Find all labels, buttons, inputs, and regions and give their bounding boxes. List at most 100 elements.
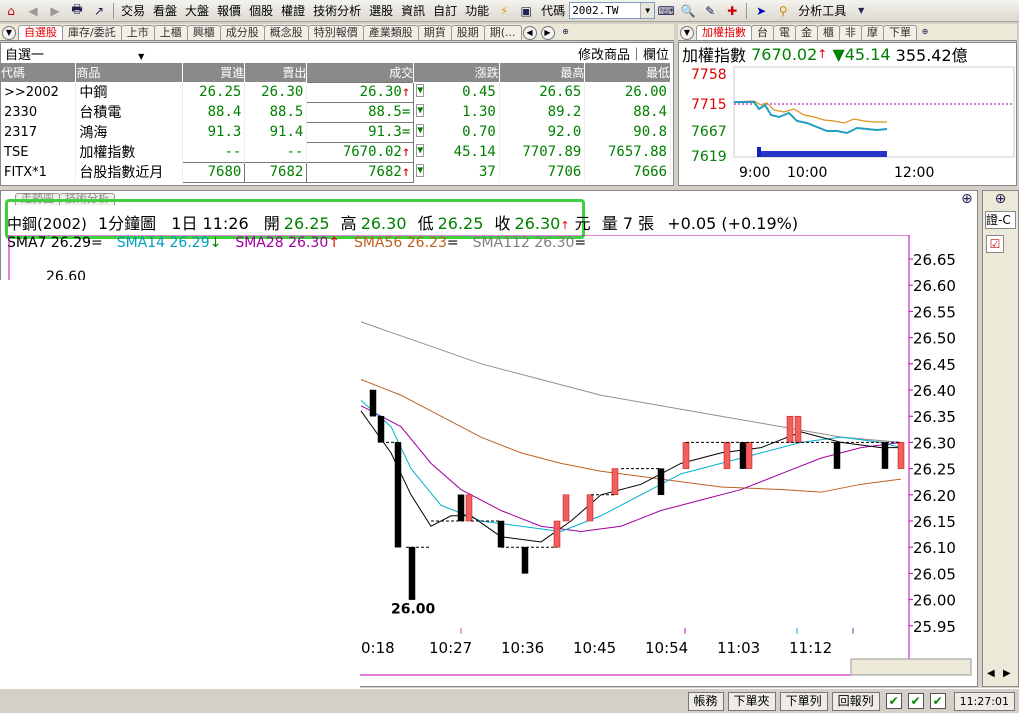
zoom-icon[interactable]: ⊕ bbox=[559, 26, 573, 40]
col-header[interactable]: 買進 bbox=[182, 63, 246, 82]
tab-fin[interactable]: 金 bbox=[795, 25, 818, 40]
window-icon[interactable]: ▣ bbox=[517, 3, 535, 19]
status-checkbox[interactable]: ✔ bbox=[907, 693, 924, 709]
menu-market[interactable]: 大盤 bbox=[181, 2, 213, 19]
table-row[interactable]: FITX*1 台股指數近月 7680 7682 7682↑ ▼ 37 7706 7666 bbox=[1, 161, 671, 183]
columns-button[interactable]: 欄位 bbox=[643, 48, 669, 63]
y-tick: 26.35 bbox=[913, 408, 956, 426]
tab-constituents[interactable]: 成分股 bbox=[219, 25, 265, 40]
table-row[interactable]: TSE 加權指數 -- -- 7670.02↑ ▼ 45.14 7707.89 7657.88 bbox=[1, 141, 671, 163]
status-bar: 帳務 下單夾 下單列 回報列 ✔ ✔ ✔ 11:27:01 bbox=[0, 688, 1019, 713]
up-arrow-icon: ↑ bbox=[817, 47, 828, 61]
col-header[interactable]: 最高 bbox=[499, 63, 586, 82]
home-icon[interactable]: ⌂ bbox=[2, 3, 20, 19]
blank-overlay bbox=[0, 280, 360, 713]
search-icon[interactable]: 🔍 bbox=[679, 3, 697, 19]
ask-cell: 91.4 bbox=[244, 122, 308, 142]
col-header[interactable]: 賣出 bbox=[244, 63, 308, 82]
volume-unit: 張 bbox=[638, 214, 655, 233]
modify-items-button[interactable]: 修改商品 bbox=[578, 48, 630, 63]
zoom-icon[interactable]: ⊕ bbox=[961, 191, 973, 207]
tab-order[interactable]: 下單 bbox=[883, 25, 917, 40]
tools-icon[interactable]: ✎ bbox=[701, 3, 719, 19]
table-row[interactable]: 2317 鴻海 91.3 91.4 91.3= ▼ 0.70 92.0 90.8 bbox=[1, 121, 671, 143]
menu-technical[interactable]: 技術分析 bbox=[309, 2, 365, 19]
menu-quote[interactable]: 報價 bbox=[213, 2, 245, 19]
candle bbox=[611, 468, 619, 496]
report-bar-button[interactable]: 回報列 bbox=[831, 691, 880, 711]
low-cell: 7666 bbox=[584, 162, 671, 182]
scroll-left-icon[interactable]: ◀ bbox=[987, 668, 995, 679]
tab-elec[interactable]: 電 bbox=[773, 25, 796, 40]
menu-warrant[interactable]: 權證 bbox=[277, 2, 309, 19]
tab-watchlist[interactable]: 自選股 bbox=[18, 25, 63, 40]
menu-function[interactable]: 功能 bbox=[461, 2, 493, 19]
status-checkbox[interactable]: ✔ bbox=[929, 693, 946, 709]
side-input[interactable]: 證-C bbox=[985, 211, 1016, 229]
watchlist-select[interactable]: 自選一 ▼ bbox=[5, 44, 144, 63]
volume-bar bbox=[757, 147, 761, 157]
menu-screener[interactable]: 選股 bbox=[365, 2, 397, 19]
name-cell: 加權指數 bbox=[75, 142, 184, 162]
volume-bar bbox=[761, 151, 887, 157]
chevron-right-icon[interactable]: ▶ bbox=[540, 26, 555, 40]
chevron-down-icon[interactable]: ▼ bbox=[640, 3, 655, 18]
tab-listed[interactable]: 上市 bbox=[120, 25, 155, 40]
col-header[interactable]: 成交 bbox=[306, 63, 415, 82]
tab-otc-index[interactable]: 櫃 bbox=[817, 25, 840, 40]
analysis-tools-menu[interactable]: 分析工具 bbox=[794, 2, 850, 19]
menu-trade[interactable]: 交易 bbox=[117, 2, 149, 19]
tab-concept[interactable]: 概念股 bbox=[263, 25, 309, 40]
scroll-right-icon[interactable]: ▶ bbox=[1003, 668, 1011, 679]
tab-emerging[interactable]: 興櫃 bbox=[186, 25, 221, 40]
menu-stock[interactable]: 個股 bbox=[245, 2, 277, 19]
y-tick: 26.25 bbox=[913, 461, 956, 479]
forward-icon[interactable]: ▶ bbox=[46, 3, 64, 19]
menu-info[interactable]: 資訊 bbox=[397, 2, 429, 19]
status-checkbox[interactable]: ✔ bbox=[885, 693, 902, 709]
tab-industry[interactable]: 產業類股 bbox=[362, 25, 419, 40]
chevron-down-icon[interactable]: ▼ bbox=[2, 26, 16, 40]
print-icon[interactable]: 🖶 bbox=[68, 2, 86, 19]
col-header[interactable]: 商品 bbox=[75, 63, 184, 82]
keyboard-icon[interactable]: ⌨ bbox=[657, 3, 675, 19]
col-header[interactable]: 漲跌 bbox=[413, 63, 500, 82]
table-row[interactable]: >>2002 中鋼 26.25 26.30 26.30↑ ▼ 0.45 26.65 26.00 bbox=[1, 81, 671, 103]
back-icon[interactable]: ◀ bbox=[24, 3, 42, 19]
chevron-left-icon[interactable]: ◀ bbox=[522, 26, 537, 40]
code-input[interactable]: 2002.TW ▼ bbox=[569, 2, 656, 19]
tab-special[interactable]: 特別報價 bbox=[307, 25, 364, 40]
down-triangle-icon: ▼ bbox=[416, 164, 425, 177]
col-header[interactable]: 最低 bbox=[584, 63, 671, 82]
menu-custom[interactable]: 自訂 bbox=[429, 2, 461, 19]
chevron-down-icon[interactable]: ▼ bbox=[138, 52, 144, 61]
lightning-icon[interactable]: ⚡ bbox=[495, 3, 513, 19]
zoom-icon[interactable]: ⊕ bbox=[918, 26, 932, 40]
order-folder-button[interactable]: 下單夾 bbox=[727, 691, 776, 711]
analysis-search-icon[interactable]: ⚲ bbox=[774, 3, 792, 19]
tab-stock-futures[interactable]: 股期 bbox=[450, 25, 485, 40]
y-tick: 26.00 bbox=[913, 592, 956, 610]
cursor-icon[interactable]: ➤ bbox=[752, 3, 770, 19]
y-tick: 7758 bbox=[691, 67, 727, 83]
export-icon[interactable]: ↗ bbox=[90, 3, 108, 19]
tab-futures[interactable]: 期貨 bbox=[417, 25, 452, 40]
check-icon[interactable]: ☑ bbox=[986, 235, 1004, 253]
chevron-down-icon[interactable]: ▼ bbox=[680, 26, 694, 40]
tab-otc[interactable]: 上櫃 bbox=[153, 25, 188, 40]
zoom-icon[interactable]: ⊕ bbox=[983, 191, 1018, 207]
accounting-button[interactable]: 帳務 bbox=[687, 691, 724, 711]
tab-nonfin[interactable]: 非 bbox=[839, 25, 862, 40]
tab-inventory[interactable]: 庫存/委託 bbox=[62, 25, 122, 40]
chevron-down-icon[interactable]: ▼ bbox=[852, 3, 870, 19]
tab-taiex[interactable]: 加權指數 bbox=[696, 25, 752, 40]
low-label: 低 bbox=[417, 214, 434, 233]
tab-tw[interactable]: 台 bbox=[751, 25, 774, 40]
tag-icon[interactable]: ✚ bbox=[723, 3, 741, 19]
order-bar-button[interactable]: 下單列 bbox=[779, 691, 828, 711]
col-header[interactable]: 代碼 bbox=[1, 63, 77, 82]
table-row[interactable]: 2330 台積電 88.4 88.5 88.5= ▼ 1.30 89.2 88.4 bbox=[1, 101, 671, 123]
menu-watch[interactable]: 看盤 bbox=[149, 2, 181, 19]
tab-more[interactable]: 期(... bbox=[483, 25, 522, 40]
tab-msci[interactable]: 摩 bbox=[861, 25, 884, 40]
